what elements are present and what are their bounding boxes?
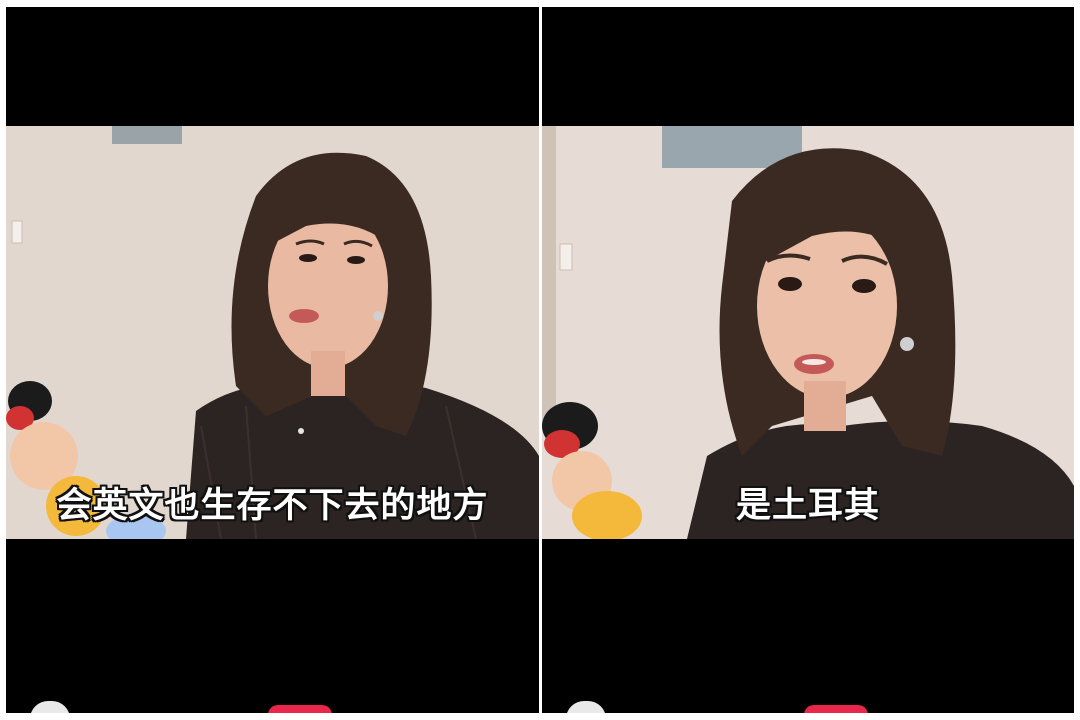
avatar[interactable] [30, 701, 70, 713]
video-panel-left[interactable]: 会英文也生存不下去的地方 [6, 7, 539, 713]
player-bottom-bar [542, 697, 1074, 713]
subtitle-caption: 是土耳其 [735, 486, 880, 526]
player-bottom-bar [6, 697, 539, 713]
like-button[interactable] [804, 705, 868, 713]
wall-edge [542, 126, 556, 426]
light-switch [11, 220, 23, 244]
subtitle-caption: 会英文也生存不下去的地方 [56, 486, 489, 526]
like-button[interactable] [268, 705, 332, 713]
light-switch [559, 243, 573, 271]
wall-picture [112, 126, 182, 144]
video-panel-right[interactable]: 是土耳其 [542, 7, 1074, 713]
avatar[interactable] [566, 701, 606, 713]
